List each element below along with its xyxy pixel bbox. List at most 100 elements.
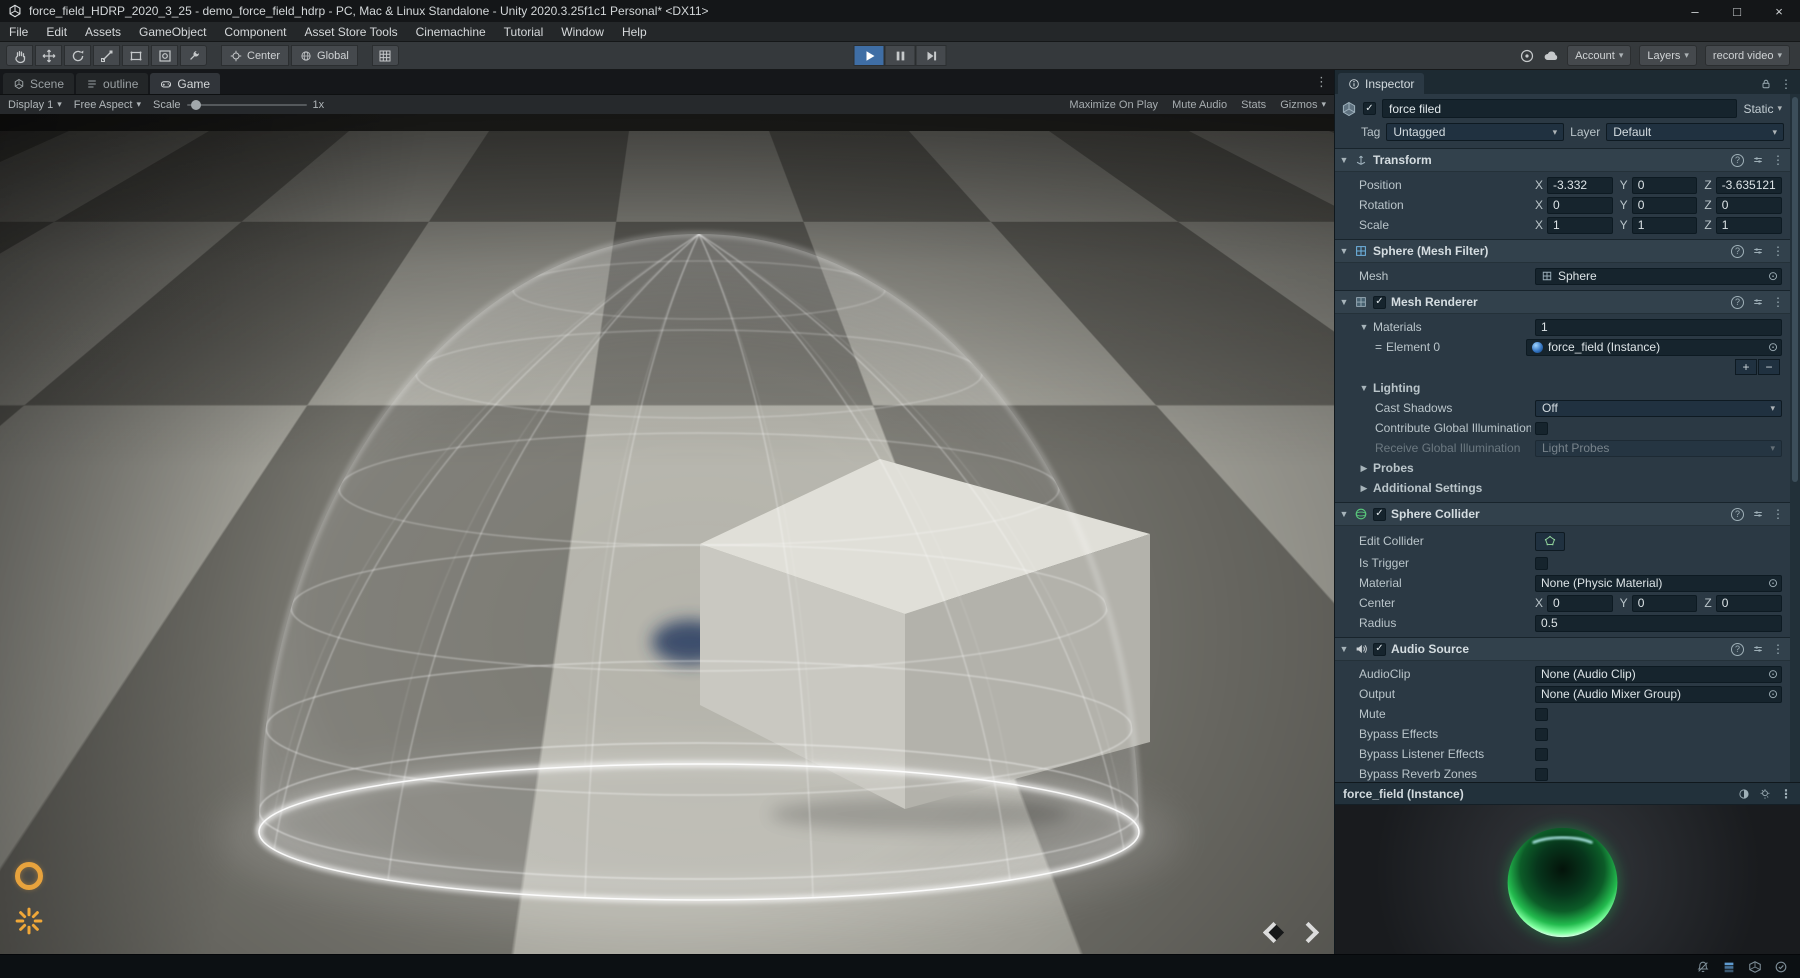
inspector-scrollbar-thumb[interactable] (1792, 97, 1798, 482)
mute-audio-toggle[interactable]: Mute Audio (1172, 99, 1227, 111)
tab-outline[interactable]: outline (76, 73, 148, 94)
remove-material-button[interactable]: − (1758, 359, 1780, 375)
object-picker-icon[interactable]: ⊙ (1768, 269, 1778, 283)
menu-component[interactable]: Component (215, 22, 295, 41)
bypass-reverb-checkbox[interactable] (1535, 768, 1548, 781)
package-icon[interactable] (1748, 960, 1762, 974)
mesh-filter-header[interactable]: ▼ Sphere (Mesh Filter) ? (1335, 240, 1790, 263)
rotation-y-field[interactable]: 0 (1632, 197, 1698, 214)
gameobject-name-field[interactable] (1382, 99, 1737, 118)
layers-dropdown[interactable]: Layers▾ (1639, 45, 1697, 66)
material-preview-canvas[interactable] (1335, 805, 1800, 954)
mute-checkbox[interactable] (1535, 708, 1548, 721)
object-picker-icon[interactable]: ⊙ (1768, 687, 1778, 701)
add-material-button[interactable]: + (1735, 359, 1757, 375)
position-x-field[interactable]: -3.332 (1547, 177, 1613, 194)
scale-slider[interactable] (187, 104, 307, 106)
rotation-z-field[interactable]: 0 (1716, 197, 1782, 214)
bypass-effects-checkbox[interactable] (1535, 728, 1548, 741)
game-viewport[interactable] (0, 114, 1334, 954)
physic-material-field[interactable]: None (Physic Material) ⊙ (1535, 575, 1782, 592)
cloud-icon[interactable] (1543, 48, 1559, 64)
additional-settings-foldout[interactable]: ▶ Additional Settings (1335, 478, 1790, 498)
radius-field[interactable]: 0.5 (1535, 615, 1782, 632)
maximize-on-play-toggle[interactable]: Maximize On Play (1069, 99, 1158, 111)
layout-dropdown[interactable]: record video▾ (1705, 45, 1790, 66)
layer-dropdown[interactable]: Default▾ (1606, 123, 1784, 141)
audioclip-field[interactable]: None (Audio Clip) ⊙ (1535, 666, 1782, 683)
menu-gameobject[interactable]: GameObject (130, 22, 215, 41)
rect-tool-button[interactable] (122, 45, 149, 66)
aspect-dropdown[interactable]: Free Aspect▾ (74, 99, 141, 111)
scale-y-field[interactable]: 1 (1632, 217, 1698, 234)
preset-icon[interactable] (1752, 643, 1764, 655)
scale-x-field[interactable]: 1 (1547, 217, 1613, 234)
tab-scene[interactable]: Scene (3, 73, 74, 94)
step-button[interactable] (916, 45, 947, 66)
bypass-listener-checkbox[interactable] (1535, 748, 1548, 761)
drag-handle-icon[interactable]: = (1375, 340, 1382, 354)
menu-help[interactable]: Help (613, 22, 656, 41)
menu-assets[interactable]: Assets (76, 22, 130, 41)
component-menu-icon[interactable]: ⋮ (1772, 244, 1784, 258)
gizmos-dropdown[interactable]: Gizmos▾ (1280, 99, 1326, 111)
foldout-icon[interactable]: ▼ (1339, 155, 1349, 165)
menu-edit[interactable]: Edit (37, 22, 76, 41)
component-menu-icon[interactable]: ⋮ (1772, 295, 1784, 309)
play-button[interactable] (854, 45, 885, 66)
mesh-renderer-enabled-checkbox[interactable]: ✓ (1373, 296, 1386, 309)
audio-source-header[interactable]: ▼ ✓ Audio Source ? (1335, 638, 1790, 661)
services-icon[interactable] (1519, 48, 1535, 64)
edit-collider-button[interactable] (1535, 532, 1565, 551)
move-tool-button[interactable] (35, 45, 62, 66)
menu-window[interactable]: Window (552, 22, 613, 41)
scale-z-field[interactable]: 1 (1716, 217, 1782, 234)
preset-icon[interactable] (1752, 508, 1764, 520)
menu-cinemachine[interactable]: Cinemachine (407, 22, 495, 41)
preset-icon[interactable] (1752, 154, 1764, 166)
object-picker-icon[interactable]: ⊙ (1768, 576, 1778, 590)
materials-size-field[interactable]: 1 (1535, 319, 1782, 336)
display-dropdown[interactable]: Display 1▾ (8, 99, 62, 111)
stats-toggle[interactable]: Stats (1241, 99, 1266, 111)
vfx-burst-icon[interactable] (14, 906, 44, 936)
mesh-renderer-header[interactable]: ▼ ✓ Mesh Renderer ? (1335, 291, 1790, 314)
menu-tutorial[interactable]: Tutorial (495, 22, 553, 41)
transform-header[interactable]: ▼ Transform ? (1335, 149, 1790, 172)
output-field[interactable]: None (Audio Mixer Group) ⊙ (1535, 686, 1782, 703)
sphere-preview-icon[interactable] (1738, 788, 1750, 800)
help-icon[interactable]: ? (1731, 154, 1744, 167)
scale-slider-thumb[interactable] (191, 100, 201, 110)
position-z-field[interactable]: -3.635121 (1716, 177, 1782, 194)
preset-icon[interactable] (1752, 245, 1764, 257)
account-dropdown[interactable]: Account▾ (1567, 45, 1631, 66)
mesh-object-field[interactable]: Sphere ⊙ (1535, 268, 1782, 285)
menu-file[interactable]: File (0, 22, 37, 41)
help-icon[interactable]: ? (1731, 508, 1744, 521)
layers-stack-icon[interactable] (1722, 960, 1736, 974)
orientation-toggle[interactable]: Global (291, 45, 358, 66)
material-preview-header[interactable]: force_field (Instance) ⋮ (1335, 783, 1800, 805)
tag-dropdown[interactable]: Untagged▾ (1386, 123, 1564, 141)
scale-tool-button[interactable] (93, 45, 120, 66)
static-dropdown[interactable]: Static▾ (1743, 102, 1784, 116)
bell-icon[interactable] (1696, 960, 1710, 974)
inspector-scrollbar[interactable] (1790, 94, 1800, 782)
help-icon[interactable]: ? (1731, 296, 1744, 309)
tab-inspector[interactable]: Inspector (1338, 73, 1424, 94)
pan-tool-button[interactable] (6, 45, 33, 66)
center-x-field[interactable]: 0 (1547, 595, 1613, 612)
is-trigger-checkbox[interactable] (1535, 557, 1548, 570)
material-element-field[interactable]: force_field (Instance) ⊙ (1526, 339, 1782, 356)
audio-source-enabled-checkbox[interactable]: ✓ (1373, 643, 1386, 656)
sphere-collider-enabled-checkbox[interactable]: ✓ (1373, 508, 1386, 521)
pivot-toggle[interactable]: Center (221, 45, 289, 66)
preset-icon[interactable] (1752, 296, 1764, 308)
probes-foldout[interactable]: ▶ Probes (1335, 458, 1790, 478)
light-icon[interactable] (1759, 788, 1771, 800)
materials-row[interactable]: ▼ Materials 1 (1335, 317, 1790, 337)
sphere-collider-header[interactable]: ▼ ✓ Sphere Collider ? (1335, 503, 1790, 526)
rotate-tool-button[interactable] (64, 45, 91, 66)
center-y-field[interactable]: 0 (1632, 595, 1698, 612)
minimize-button[interactable]: – (1674, 0, 1716, 22)
